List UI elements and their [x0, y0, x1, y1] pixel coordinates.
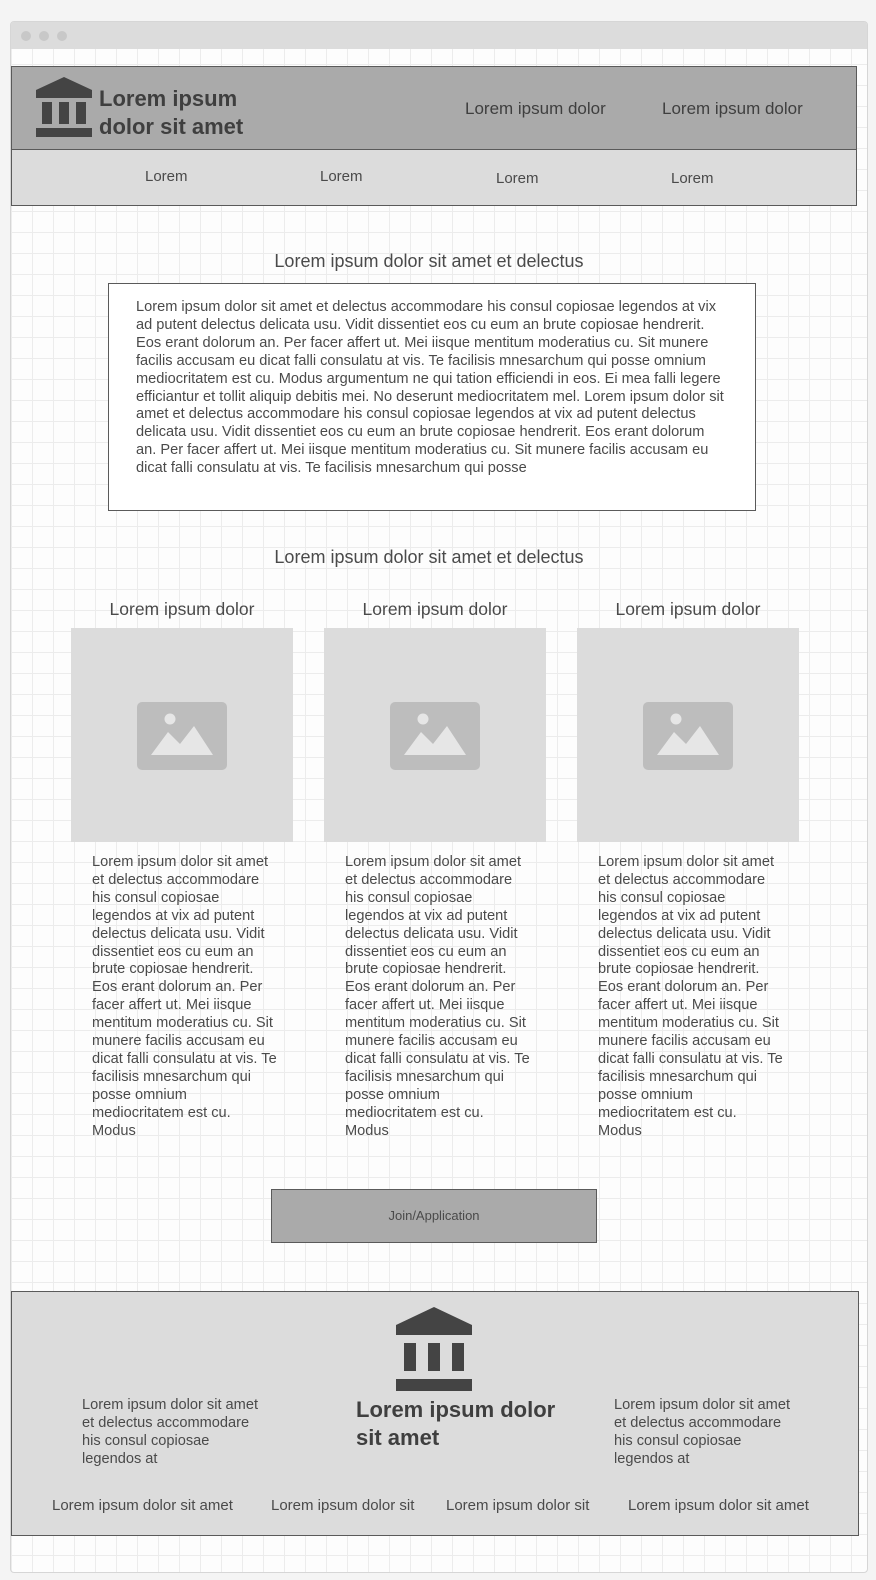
- footer-link-2[interactable]: Lorem ipsum dolor sit: [271, 1497, 414, 1514]
- intro-title: Lorem ipsum dolor sit amet et delectus: [274, 251, 584, 271]
- footer-link-3[interactable]: Lorem ipsum dolor sit: [446, 1497, 589, 1514]
- image-placeholder-icon: [390, 702, 480, 770]
- browser-window: Lorem ipsum dolor sit amet Lorem ipsum d…: [10, 21, 868, 1573]
- subnav-item-2[interactable]: Lorem: [320, 168, 363, 185]
- footer-brand[interactable]: Lorem ipsum dolor sit amet: [356, 1396, 556, 1452]
- feature-text-1: Lorem ipsum dolor sit amet et delectus a…: [92, 854, 277, 1139]
- subnav-item-1[interactable]: Lorem: [145, 168, 188, 185]
- site-header: Lorem ipsum dolor sit amet Lorem ipsum d…: [11, 66, 857, 150]
- header-link-2[interactable]: Lorem ipsum dolor: [662, 99, 803, 119]
- bank-building-icon: [396, 1307, 472, 1391]
- feature-image-3: [577, 628, 799, 842]
- footer-link-1[interactable]: Lorem ipsum dolor sit amet: [52, 1497, 233, 1514]
- image-placeholder-icon: [137, 702, 227, 770]
- footer-link-4[interactable]: Lorem ipsum dolor sit amet: [628, 1497, 809, 1514]
- site-brand[interactable]: Lorem ipsum dolor sit amet: [99, 85, 289, 141]
- intro-text-box: Lorem ipsum dolor sit amet et delectus a…: [108, 283, 756, 511]
- subnav-item-3[interactable]: Lorem: [496, 170, 539, 187]
- feature-image-1: [71, 628, 293, 842]
- site-footer: Lorem ipsum dolor sit amet et delectus a…: [11, 1291, 859, 1536]
- header-link-1[interactable]: Lorem ipsum dolor: [465, 99, 606, 119]
- window-titlebar: [11, 22, 867, 49]
- image-placeholder-icon: [643, 702, 733, 770]
- feature-title-2: Lorem ipsum dolor: [362, 599, 508, 619]
- subnav-item-4[interactable]: Lorem: [671, 170, 714, 187]
- window-dot-maximize[interactable]: [57, 31, 67, 41]
- join-application-button[interactable]: Join/Application: [271, 1189, 597, 1243]
- footer-right-text: Lorem ipsum dolor sit amet et delectus a…: [614, 1397, 791, 1467]
- feature-text-2: Lorem ipsum dolor sit amet et delectus a…: [345, 854, 530, 1139]
- bank-building-icon: [36, 77, 92, 137]
- feature-title-1: Lorem ipsum dolor: [109, 599, 255, 619]
- window-dot-minimize[interactable]: [39, 31, 49, 41]
- window-dot-close[interactable]: [21, 31, 31, 41]
- feature-text-3: Lorem ipsum dolor sit amet et delectus a…: [598, 854, 783, 1139]
- intro-body: Lorem ipsum dolor sit amet et delectus a…: [136, 299, 724, 477]
- feature-title-3: Lorem ipsum dolor: [615, 599, 761, 619]
- feature-image-2: [324, 628, 546, 842]
- footer-left-text: Lorem ipsum dolor sit amet et delectus a…: [82, 1397, 259, 1467]
- features-title: Lorem ipsum dolor sit amet et delectus: [274, 547, 584, 567]
- sub-navigation: Lorem Lorem Lorem Lorem: [11, 149, 857, 206]
